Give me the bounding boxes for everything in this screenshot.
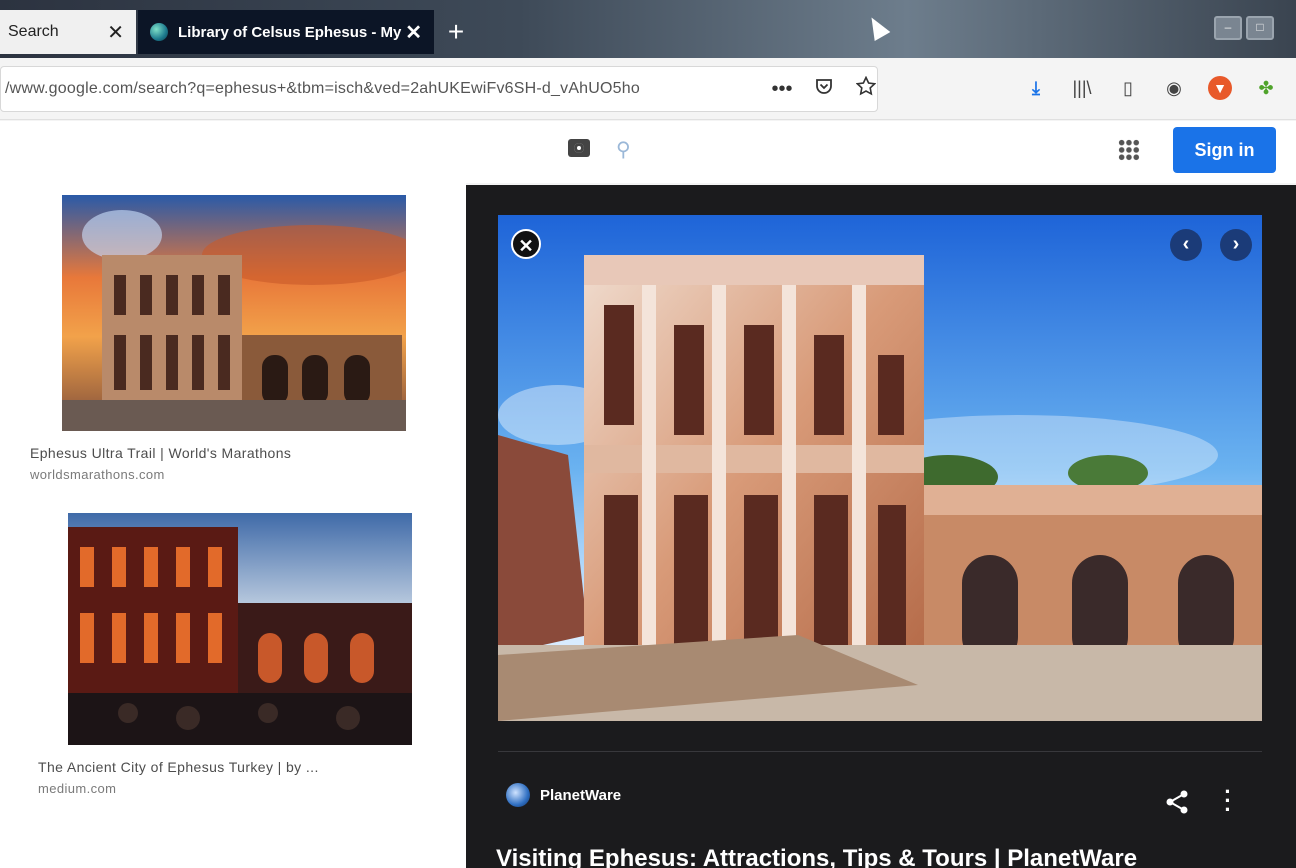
download-icon[interactable]: ⤓ xyxy=(1024,76,1048,100)
url-text[interactable]: /www.google.com/search?q=ephesus+&tbm=is… xyxy=(1,80,723,98)
preview-title[interactable]: Visiting Ephesus: Attractions, Tips & To… xyxy=(496,845,1137,868)
tab-title: Library of Celsus Ephesus - My xyxy=(178,23,402,41)
source-info[interactable]: PlanetWare xyxy=(506,783,621,807)
url-actions: ••• xyxy=(771,75,877,102)
more-options-icon[interactable]: · · · xyxy=(1222,781,1234,821)
panel-divider xyxy=(498,751,1262,752)
sign-in-button[interactable]: Sign in xyxy=(1173,127,1276,173)
navigation-bar: /www.google.com/search?q=ephesus+&tbm=is… xyxy=(0,58,1296,120)
library-icon[interactable]: |||\ xyxy=(1070,76,1094,100)
maximize-button[interactable]: □ xyxy=(1246,16,1274,40)
tab-bar: Search ✕ Library of Celsus Ephesus - My … xyxy=(0,0,1296,58)
google-header: ⚲ Sign in xyxy=(0,121,1296,183)
tab-close-icon[interactable]: ✕ xyxy=(405,20,422,45)
pocket-icon[interactable] xyxy=(813,76,835,102)
preview-image[interactable] xyxy=(498,215,1262,721)
result-domain[interactable]: worldsmarathons.com xyxy=(30,467,410,482)
extension-icon[interactable]: ✤ xyxy=(1254,76,1278,100)
close-preview-button[interactable]: ✕ xyxy=(511,229,541,259)
new-tab-button[interactable]: + xyxy=(442,18,470,48)
image-preview-panel: ✕ ‹ › PlanetWare · · · Visiting Ephesus: A… xyxy=(466,185,1296,868)
result-domain[interactable]: medium.com xyxy=(38,781,418,796)
image-result[interactable]: Ephesus Ultra Trail | World's Marathons … xyxy=(30,195,410,482)
bookmark-star-icon[interactable] xyxy=(855,75,877,102)
share-icon[interactable] xyxy=(1164,789,1190,815)
toolbar-icons: ⤓ |||\ ▯ ◉ ▼ ✤ xyxy=(1024,76,1278,100)
account-icon[interactable]: ◉ xyxy=(1162,76,1186,100)
planetware-logo-icon xyxy=(506,783,530,807)
next-image-button[interactable]: › xyxy=(1220,229,1252,261)
search-icon[interactable]: ⚲ xyxy=(616,137,631,162)
page-actions-menu-icon[interactable]: ••• xyxy=(771,78,793,101)
image-result[interactable]: The Ancient City of Ephesus Turkey | by … xyxy=(38,513,418,796)
previous-image-button[interactable]: ‹ xyxy=(1170,229,1202,261)
globe-favicon-icon xyxy=(150,23,168,41)
sidebar-icon[interactable]: ▯ xyxy=(1116,76,1140,100)
mouse-cursor-icon xyxy=(863,12,891,42)
result-thumbnail[interactable] xyxy=(68,513,412,745)
minimize-button[interactable]: – xyxy=(1214,16,1242,40)
result-title[interactable]: Ephesus Ultra Trail | World's Marathons xyxy=(30,445,410,461)
window-controls: – □ xyxy=(1214,16,1274,40)
url-bar[interactable]: /www.google.com/search?q=ephesus+&tbm=is… xyxy=(0,66,878,112)
ublock-icon[interactable]: ▼ xyxy=(1208,76,1232,100)
image-results-column: Ephesus Ultra Trail | World's Marathons … xyxy=(0,183,466,868)
tab-search[interactable]: Search ✕ xyxy=(0,10,136,54)
tab-close-icon[interactable]: ✕ xyxy=(107,20,124,45)
source-name[interactable]: PlanetWare xyxy=(540,787,621,804)
apps-grid-icon[interactable] xyxy=(1118,139,1140,161)
tab-library-of-celsus[interactable]: Library of Celsus Ephesus - My ✕ xyxy=(138,10,434,54)
result-thumbnail[interactable] xyxy=(62,195,406,431)
result-title[interactable]: The Ancient City of Ephesus Turkey | by … xyxy=(38,759,418,775)
camera-icon[interactable] xyxy=(568,139,590,157)
tab-title: Search xyxy=(8,23,59,40)
